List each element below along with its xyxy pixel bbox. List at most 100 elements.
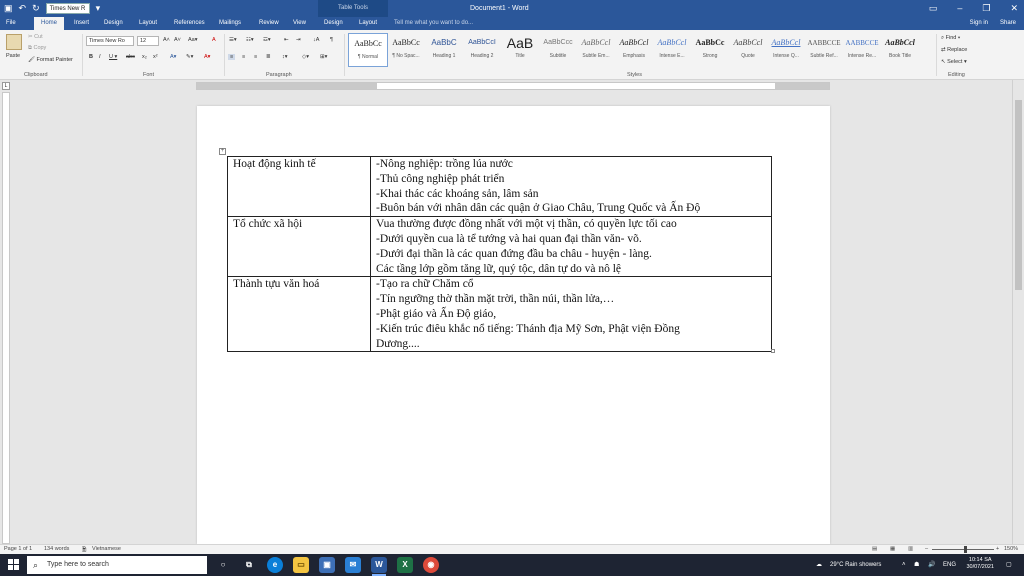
zoom-in-icon[interactable]: + bbox=[996, 546, 999, 552]
change-case-icon[interactable]: Aa▾ bbox=[188, 37, 198, 43]
tab-references[interactable]: References bbox=[174, 17, 205, 30]
table-cell-heading[interactable]: Hoạt động kinh tế bbox=[227, 155, 371, 218]
increase-indent-icon[interactable]: ⇥ bbox=[296, 37, 301, 43]
print-layout-icon[interactable]: ▦ bbox=[890, 546, 895, 552]
shading-icon[interactable]: ◇▾ bbox=[302, 54, 309, 60]
redo-icon[interactable]: ↻ bbox=[32, 2, 40, 15]
undo-icon[interactable]: ↶ bbox=[19, 2, 27, 15]
minimize-icon[interactable]: – bbox=[957, 0, 962, 17]
superscript-icon[interactable]: x² bbox=[153, 54, 158, 60]
volume-icon[interactable]: 🔊 bbox=[928, 554, 935, 576]
tab-insert[interactable]: Insert bbox=[74, 17, 89, 30]
font-name-dropdown[interactable]: Times New Ro bbox=[86, 36, 134, 46]
copy-button[interactable]: ⧉ Copy bbox=[28, 45, 46, 52]
strikethrough-icon[interactable]: abc bbox=[126, 54, 135, 60]
bullets-icon[interactable]: ☰▾ bbox=[229, 37, 237, 43]
shrink-font-icon[interactable]: A˅ bbox=[174, 37, 181, 43]
vertical-scrollbar[interactable] bbox=[1012, 80, 1024, 544]
style-title[interactable]: AaB Title bbox=[500, 33, 540, 67]
table-row[interactable]: Tổ chức xã hội Vua thường được đồng nhất … bbox=[227, 216, 772, 278]
style-subtle-reference[interactable]: AABBCCE Subtle Ref... bbox=[804, 33, 844, 67]
tell-me-search[interactable]: Tell me what you want to do... bbox=[394, 17, 473, 30]
zoom-slider[interactable] bbox=[932, 549, 994, 550]
excel-app-icon[interactable]: X bbox=[397, 557, 413, 573]
style-emphasis[interactable]: AaBbCcl Emphasis bbox=[614, 33, 654, 67]
read-mode-icon[interactable]: ▤ bbox=[872, 546, 877, 552]
start-button-icon[interactable] bbox=[8, 559, 19, 570]
restore-icon[interactable]: ❐ bbox=[982, 0, 990, 17]
italic-icon[interactable]: I bbox=[99, 54, 101, 60]
paste-button[interactable]: Paste bbox=[6, 53, 20, 59]
style-heading-2[interactable]: AaBbCcI Heading 2 bbox=[462, 33, 502, 67]
word-app-icon[interactable]: W bbox=[371, 557, 387, 576]
style-intense-quote[interactable]: AaBbCcl Intense Q... bbox=[766, 33, 806, 67]
share-button[interactable]: Share bbox=[1000, 17, 1016, 30]
borders-icon[interactable]: ⊞▾ bbox=[320, 54, 327, 60]
style-strong[interactable]: AaBbCc Strong bbox=[690, 33, 730, 67]
taskbar-search-input[interactable]: ⌕ Type here to search bbox=[27, 556, 207, 574]
chrome-icon[interactable]: ◉ bbox=[423, 557, 439, 573]
input-language[interactable]: ENG bbox=[943, 554, 956, 576]
show-marks-icon[interactable]: ¶ bbox=[330, 37, 333, 43]
sort-icon[interactable]: ↓A bbox=[313, 37, 319, 43]
zoom-out-icon[interactable]: – bbox=[925, 546, 928, 552]
style-intense-emphasis[interactable]: AaBbCcl Intense E... bbox=[652, 33, 692, 67]
document-page[interactable]: + Hoạt động kinh tế -Nông nghiệp: trồng l… bbox=[197, 106, 830, 544]
weather-icon[interactable]: ☁ bbox=[816, 554, 822, 576]
word-count[interactable]: 134 words bbox=[44, 546, 69, 552]
subscript-icon[interactable]: x₂ bbox=[142, 54, 147, 60]
tab-design[interactable]: Design bbox=[104, 17, 123, 30]
tab-layout[interactable]: Layout bbox=[139, 17, 157, 30]
numbering-icon[interactable]: ☷▾ bbox=[246, 37, 254, 43]
table-row[interactable]: Hoạt động kinh tế -Nông nghiệp: trồng lúa… bbox=[227, 155, 772, 218]
style-intense-reference[interactable]: AABBCCE Intense Re... bbox=[842, 33, 882, 67]
tab-selector[interactable]: L bbox=[2, 82, 10, 90]
style-heading-1[interactable]: AaBbC Heading 1 bbox=[424, 33, 464, 67]
table-row[interactable]: Thành tựu văn hoá -Tạo ra chữ Chăm cổ -Tín… bbox=[227, 276, 772, 353]
table-cell-content[interactable]: -Nông nghiệp: trồng lúa nước -Thủ công ng… bbox=[370, 155, 772, 218]
tray-overflow-icon[interactable]: ˄ bbox=[902, 554, 906, 576]
save-icon[interactable]: ▣ bbox=[4, 2, 13, 15]
style-subtle-emphasis[interactable]: AaBbCcl Subtle Em... bbox=[576, 33, 616, 67]
file-explorer-icon[interactable]: ▭ bbox=[293, 557, 309, 573]
align-center-icon[interactable]: ≡ bbox=[242, 54, 245, 60]
web-layout-icon[interactable]: ▥ bbox=[908, 546, 913, 552]
zoom-level[interactable]: 150% bbox=[1004, 546, 1018, 552]
highlight-icon[interactable]: ✎▾ bbox=[186, 54, 193, 60]
bold-icon[interactable]: B bbox=[89, 54, 93, 60]
language-indicator[interactable]: Vietnamese bbox=[92, 546, 121, 552]
clear-formatting-icon[interactable]: A bbox=[212, 37, 216, 43]
align-left-icon[interactable]: ≡ bbox=[228, 54, 236, 60]
tab-review[interactable]: Review bbox=[259, 17, 279, 30]
cut-button[interactable]: ✂ Cut bbox=[28, 34, 43, 40]
table-cell-heading[interactable]: Tổ chức xã hội bbox=[227, 216, 371, 278]
document-table[interactable]: Hoạt động kinh tế -Nông nghiệp: trồng lúa… bbox=[227, 155, 772, 353]
table-cell-heading[interactable]: Thành tựu văn hoá bbox=[227, 276, 371, 353]
underline-icon[interactable]: U ▾ bbox=[109, 54, 117, 60]
text-effects-icon[interactable]: A▾ bbox=[170, 54, 176, 60]
style-normal[interactable]: AaBbCc ¶ Normal bbox=[348, 33, 388, 67]
horizontal-ruler[interactable] bbox=[196, 82, 830, 90]
find-button[interactable]: ⌕ Find ▾ bbox=[941, 35, 960, 42]
task-view-icon[interactable]: ⧉ bbox=[241, 557, 257, 573]
table-cell-content[interactable]: Vua thường được đồng nhất với một vị thầ… bbox=[370, 216, 772, 278]
tab-view[interactable]: View bbox=[293, 17, 306, 30]
tab-home[interactable]: Home bbox=[34, 17, 65, 30]
style-subtitle[interactable]: AaBbCcc Subtitle bbox=[538, 33, 578, 67]
close-icon[interactable]: ✕ bbox=[1010, 0, 1018, 17]
sign-in-link[interactable]: Sign in bbox=[970, 17, 988, 30]
network-icon[interactable]: ☗ bbox=[914, 554, 919, 576]
ribbon-display-icon[interactable]: ▭ bbox=[929, 0, 938, 17]
edge-icon[interactable]: e bbox=[267, 557, 283, 573]
replace-button[interactable]: ⇄ Replace bbox=[941, 47, 967, 53]
weather-widget[interactable]: 29°C Rain showers bbox=[830, 554, 881, 576]
font-size-dropdown[interactable]: 12 bbox=[137, 36, 159, 46]
format-painter-button[interactable]: 🖌 Format Painter bbox=[28, 57, 73, 63]
page-count[interactable]: Page 1 of 1 bbox=[4, 546, 32, 552]
justify-icon[interactable]: ≣ bbox=[266, 54, 271, 60]
line-spacing-icon[interactable]: ↕▾ bbox=[282, 54, 288, 60]
align-right-icon[interactable]: ≡ bbox=[254, 54, 257, 60]
grow-font-icon[interactable]: A˄ bbox=[163, 37, 170, 43]
tab-table-design[interactable]: Design bbox=[324, 17, 343, 30]
customize-qat-icon[interactable]: ▾ bbox=[96, 2, 101, 15]
